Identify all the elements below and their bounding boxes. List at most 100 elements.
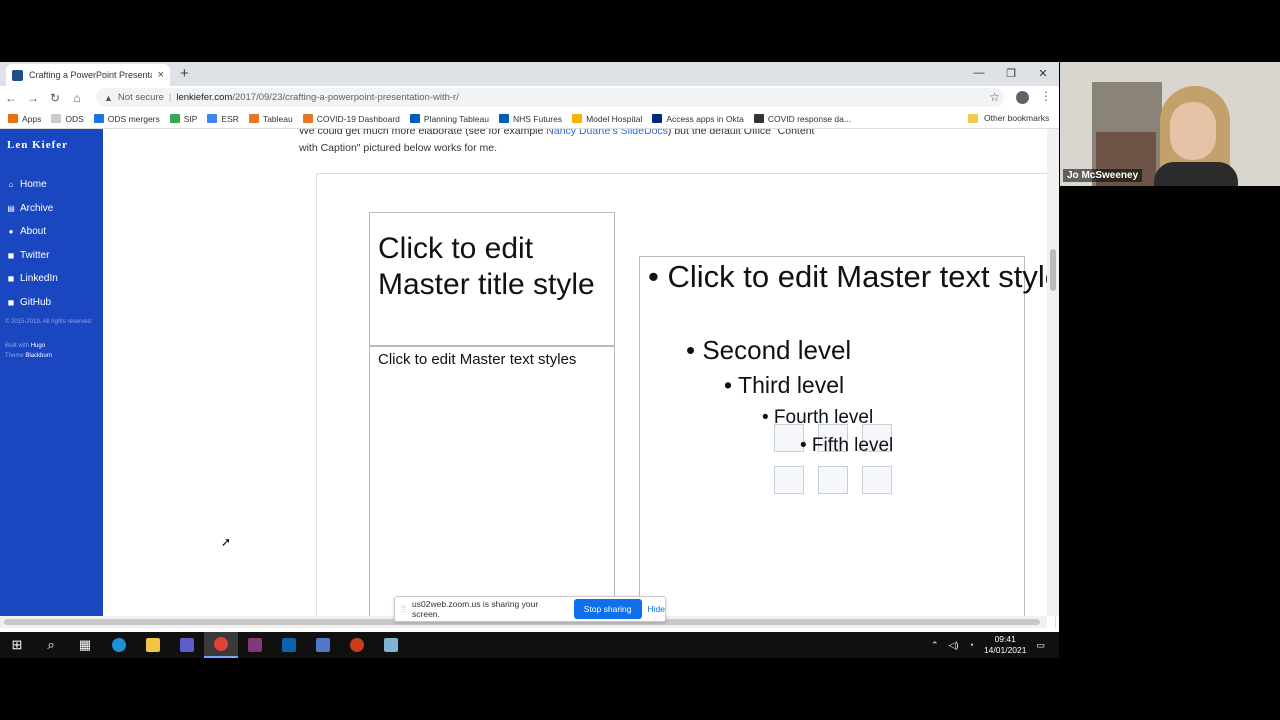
bookmark-favicon-icon	[93, 114, 104, 123]
tab-active[interactable]: Crafting a PowerPoint Presentation with …	[6, 64, 170, 86]
github-icon: ◼	[7, 297, 15, 307]
app-icon[interactable]	[374, 632, 408, 658]
sidebar-item-linkedin[interactable]: ◼ LinkedIn	[7, 267, 58, 291]
level2-text: • Second level	[686, 335, 852, 365]
maximize-button[interactable]: ❐	[995, 62, 1027, 84]
warning-icon[interactable]: ▲	[104, 93, 113, 103]
volume-icon[interactable]: ◁)	[949, 640, 959, 651]
participant-name: Jo McSweeney	[1063, 169, 1143, 182]
clock[interactable]: 09:41 14/01/2021	[984, 634, 1027, 656]
bookmark-item[interactable]: ODS mergers	[93, 113, 160, 124]
sidebar-item-label: Archive	[20, 202, 54, 214]
sidebar-item-archive[interactable]: ▤ Archive	[7, 197, 58, 221]
picture-icon	[774, 466, 804, 494]
browser-toolbar: ← → ↻ ⌂ ▲ Not secure | lenkiefer.com/201…	[0, 86, 1059, 109]
sidebar-item-home[interactable]: ⌂ Home	[7, 173, 58, 197]
text-placeholder: Click to edit Master text styles	[369, 346, 615, 628]
chrome-icon[interactable]	[204, 632, 238, 658]
main-content: We could get much more elaborate (see fo…	[103, 129, 1059, 628]
more-menu-icon[interactable]: ⋮	[1040, 89, 1052, 103]
bookmark-favicon-icon	[652, 114, 663, 123]
show-hidden-icons-icon[interactable]: ⌃	[931, 640, 939, 651]
bookmark-favicon-icon	[302, 114, 313, 123]
blackburn-link[interactable]: Blackburn	[25, 353, 52, 359]
bookmark-item[interactable]: Tableau	[248, 114, 293, 124]
sidebar-item-about[interactable]: ● About	[7, 220, 58, 244]
windows-start-icon[interactable]: ⊞	[0, 632, 34, 658]
reload-icon[interactable]: ↻	[44, 91, 66, 105]
participant-body	[1154, 162, 1238, 186]
online-picture-icon	[818, 466, 848, 494]
sidebar-item-twitter[interactable]: ◼ Twitter	[7, 244, 58, 268]
sidebar-item-label: LinkedIn	[20, 273, 58, 285]
tab-close-icon[interactable]: ×	[158, 69, 164, 81]
back-icon[interactable]: ←	[0, 91, 22, 105]
bookmark-item[interactable]: NHS Futures	[498, 114, 562, 124]
article-line1-end: ) but the default Office "Content	[667, 129, 815, 137]
vertical-scrollbar[interactable]	[1047, 129, 1059, 616]
bookmark-item[interactable]: Planning Tableau	[409, 113, 489, 124]
bookmark-item[interactable]: Model Hospital	[572, 114, 642, 124]
bookmark-favicon-icon	[8, 114, 18, 123]
bookmark-label: ODS mergers	[107, 113, 160, 124]
bookmark-item[interactable]: ESR	[207, 114, 239, 124]
hide-button[interactable]: Hide	[648, 604, 665, 614]
slidedocs-link[interactable]: Nancy Duarte's SlideDocs	[546, 129, 668, 137]
sidebar-item-label: About	[20, 226, 47, 238]
close-window-button[interactable]: ✕	[1027, 62, 1059, 84]
bookmark-label: ODS	[65, 113, 84, 124]
bookmark-item[interactable]: COVID response da...	[753, 113, 851, 124]
network-icon[interactable]: ◔	[969, 640, 974, 650]
level3-text: • Third level	[724, 372, 845, 398]
other-bookmarks[interactable]: Other bookmarks	[968, 113, 1049, 123]
bookmark-label: COVID response da...	[767, 113, 851, 124]
folder-icon	[968, 113, 978, 123]
bookmark-favicon-icon	[409, 114, 420, 123]
bookmark-item[interactable]: COVID-19 Dashboard	[302, 114, 400, 124]
remote-app-icon[interactable]	[306, 632, 340, 658]
share-message: us02web.zoom.us is sharing your screen.	[412, 599, 539, 619]
edge-icon[interactable]	[102, 632, 136, 658]
bookmark-item[interactable]: Apps	[8, 114, 41, 124]
forward-icon[interactable]: →	[22, 91, 44, 105]
bookmark-item[interactable]: SIP	[169, 114, 197, 124]
stop-sharing-button[interactable]: Stop sharing	[573, 599, 642, 619]
linkedin-icon: ◼	[7, 274, 15, 284]
bookmark-label: Planning Tableau	[423, 113, 489, 124]
notifications-icon[interactable]: ▭	[1036, 640, 1045, 651]
home-icon[interactable]: ⌂	[66, 91, 88, 105]
minimize-button[interactable]: —	[963, 62, 995, 84]
twitter-icon: ◼	[7, 250, 15, 260]
content-placeholder: • Click to edit Master text styles • Sec…	[639, 256, 1059, 628]
web-page: Len Kiefer ⌂ Home ▤ Archive ● About ◼ Twitter ◼ L…	[0, 129, 1059, 628]
task-view-icon[interactable]: ▦	[68, 632, 102, 658]
bookmark-item[interactable]: Access apps in Okta	[652, 114, 744, 124]
bookmark-label: Apps	[22, 113, 42, 124]
favicon-icon	[12, 69, 23, 81]
sidebar-item-github[interactable]: ◼ GitHub	[7, 291, 58, 315]
participant-video: Jo McSweeney	[1060, 62, 1280, 186]
site-sidebar: Len Kiefer ⌂ Home ▤ Archive ● About ◼ Twitter ◼ L…	[0, 129, 103, 628]
search-icon[interactable]: ⌕	[34, 632, 68, 658]
bookmark-star-icon[interactable]: ☆	[989, 90, 1000, 104]
teams-icon[interactable]	[170, 632, 204, 658]
bookmark-favicon-icon	[753, 114, 764, 123]
participant-face	[1170, 102, 1216, 160]
level5-text: • Fifth level	[800, 435, 894, 456]
site-title[interactable]: Len Kiefer	[7, 139, 68, 151]
bookmark-item[interactable]: ODS	[51, 113, 84, 124]
article-paragraph: We could get much more elaborate (see fo…	[299, 129, 859, 157]
outlook-icon[interactable]	[272, 632, 306, 658]
video-icon	[862, 466, 892, 494]
hugo-link[interactable]: Hugo	[31, 343, 45, 349]
file-explorer-icon[interactable]	[136, 632, 170, 658]
url-separator: |	[168, 92, 172, 103]
vertical-scroll-thumb[interactable]	[1050, 249, 1056, 291]
home-icon: ⌂	[8, 180, 14, 190]
new-tab-button[interactable]: +	[180, 65, 189, 82]
onenote-icon[interactable]	[238, 632, 272, 658]
profile-icon[interactable]	[1016, 91, 1029, 104]
address-bar[interactable]: ▲ Not secure | lenkiefer.com/2017/09/23/…	[96, 88, 1004, 107]
powerpoint-icon[interactable]	[340, 632, 374, 658]
drag-grip-icon[interactable]: ⁞⁞	[401, 604, 406, 614]
